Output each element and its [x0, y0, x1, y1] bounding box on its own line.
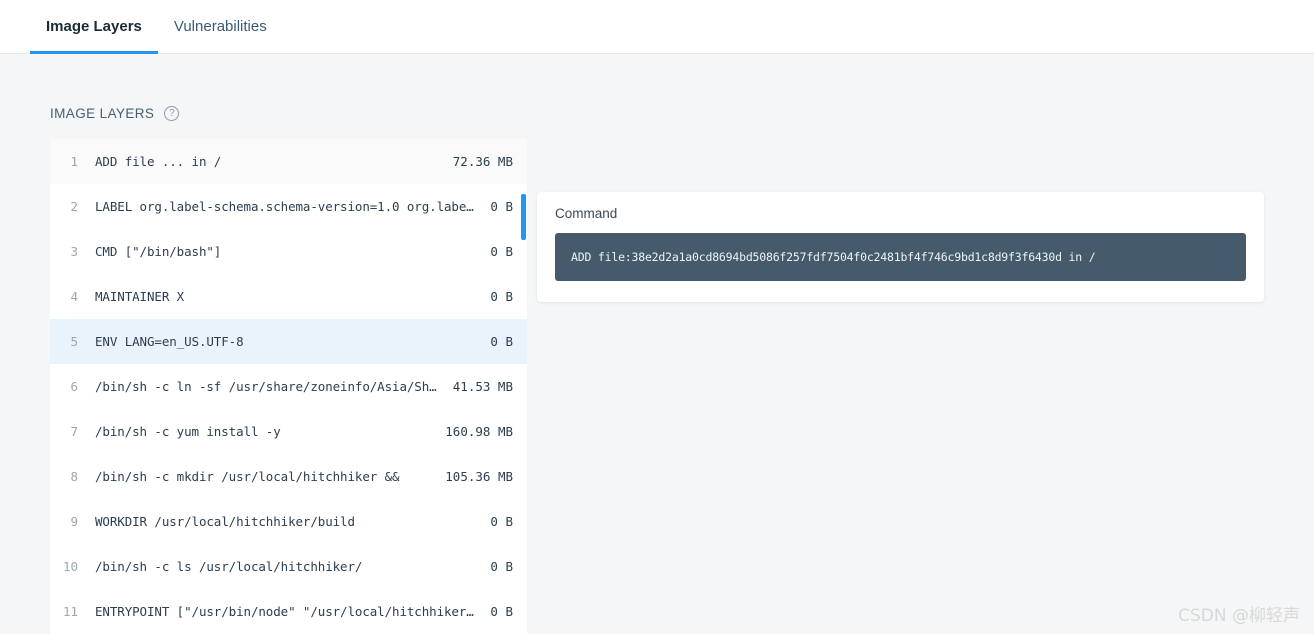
- layer-index: 4: [70, 289, 78, 304]
- layer-size: 0 B: [490, 559, 513, 574]
- layer-index: 9: [70, 514, 78, 529]
- tab-image-layers-label: Image Layers: [46, 18, 142, 35]
- layer-index: 2: [70, 199, 78, 214]
- table-row[interactable]: 5 ENV LANG=en_US.UTF-8 0 B: [50, 319, 527, 364]
- layer-index: 6: [70, 379, 78, 394]
- layer-size: 105.36 MB: [445, 469, 513, 484]
- layer-command: /bin/sh -c ls /usr/local/hitchhiker/: [95, 559, 363, 574]
- watermark: CSDN @柳轻声: [1178, 606, 1300, 626]
- layer-size: 0 B: [490, 289, 513, 304]
- layer-index: 10: [62, 559, 78, 574]
- layer-size: 160.98 MB: [445, 424, 513, 439]
- image-layers-list[interactable]: 1 ADD file ... in / 72.36 MB 2 LABEL org…: [50, 139, 527, 634]
- tab-bar: Image Layers Vulnerabilities: [0, 0, 1314, 54]
- layer-index: 5: [70, 334, 78, 349]
- layer-index: 3: [70, 244, 78, 259]
- layer-command: /bin/sh -c mkdir /usr/local/hitchhiker &…: [95, 469, 400, 484]
- section-header: IMAGE LAYERS ?: [50, 106, 180, 121]
- layer-size: 0 B: [490, 244, 513, 259]
- layer-command: CMD ["/bin/bash"]: [95, 244, 222, 259]
- page-title: IMAGE LAYERS: [50, 106, 155, 121]
- layer-index: 8: [70, 469, 78, 484]
- page-content: IMAGE LAYERS ? 1 ADD file ... in / 72.36…: [0, 54, 1314, 634]
- table-row[interactable]: 8 /bin/sh -c mkdir /usr/local/hitchhiker…: [50, 454, 527, 499]
- command-panel-label: Command: [555, 206, 618, 221]
- table-row[interactable]: 2 LABEL org.label-schema.schema-version=…: [50, 184, 527, 229]
- table-row[interactable]: 3 CMD ["/bin/bash"] 0 B: [50, 229, 527, 274]
- layer-command: /bin/sh -c yum install -y: [95, 424, 281, 439]
- layer-command: WORKDIR /usr/local/hitchhiker/build: [95, 514, 355, 529]
- table-row[interactable]: 10 /bin/sh -c ls /usr/local/hitchhiker/ …: [50, 544, 527, 589]
- table-row[interactable]: 9 WORKDIR /usr/local/hitchhiker/build 0 …: [50, 499, 527, 544]
- layer-size: 41.53 MB: [452, 379, 513, 394]
- layer-index: 7: [70, 424, 78, 439]
- table-row[interactable]: 4 MAINTAINER X 0 B: [50, 274, 527, 319]
- layer-size: 0 B: [490, 604, 513, 619]
- tab-vulnerabilities-label: Vulnerabilities: [173, 18, 267, 35]
- layer-command: ENV LANG=en_US.UTF-8: [95, 334, 244, 349]
- layers-scrollbar-thumb[interactable]: [521, 194, 526, 240]
- layer-index: 1: [70, 154, 78, 169]
- table-row[interactable]: 7 /bin/sh -c yum install -y 160.98 MB: [50, 409, 527, 454]
- layer-command: ADD file ... in /: [95, 154, 222, 169]
- tab-vulnerabilities[interactable]: Vulnerabilities: [158, 0, 283, 54]
- command-code-block[interactable]: ADD file:38e2d2a1a0cd8694bd5086f257fdf75…: [555, 233, 1246, 281]
- layer-command: MAINTAINER X: [95, 289, 185, 304]
- layer-index: 11: [62, 604, 78, 619]
- layer-size: 0 B: [490, 514, 513, 529]
- table-row[interactable]: 6 /bin/sh -c ln -sf /usr/share/zoneinfo/…: [50, 364, 527, 409]
- layer-size: 0 B: [490, 334, 513, 349]
- layer-size: 0 B: [490, 199, 513, 214]
- table-row[interactable]: 11 ENTRYPOINT ["/usr/bin/node" "/usr/loc…: [50, 589, 527, 634]
- layer-command: ENTRYPOINT ["/usr/bin/node" "/usr/local/…: [95, 604, 479, 619]
- table-row[interactable]: 1 ADD file ... in / 72.36 MB: [50, 139, 527, 184]
- command-panel: Command ADD file:38e2d2a1a0cd8694bd5086f…: [537, 192, 1264, 302]
- layer-command: LABEL org.label-schema.schema-version=1.…: [95, 199, 479, 214]
- layer-command: /bin/sh -c ln -sf /usr/share/zoneinfo/As…: [95, 379, 441, 394]
- layer-size: 72.36 MB: [452, 154, 513, 169]
- tab-image-layers[interactable]: Image Layers: [30, 0, 158, 54]
- question-circle-icon[interactable]: ?: [164, 106, 180, 121]
